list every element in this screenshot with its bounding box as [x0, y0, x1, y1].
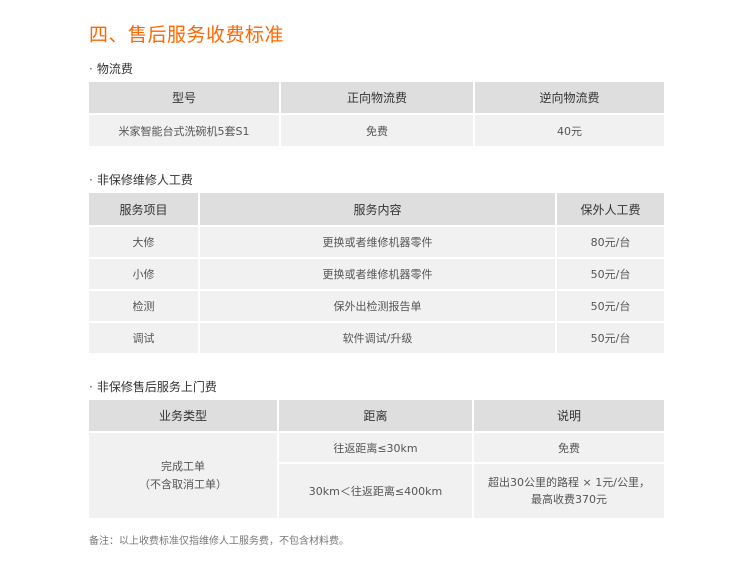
table-cell: 检测: [89, 291, 198, 321]
distance-cell: 往返距离≤30km: [279, 433, 472, 462]
table-cell: 软件调试/升级: [200, 323, 555, 353]
table-cell: 米家智能台式洗碗机5套S1: [89, 115, 279, 146]
section-label-visit: · 非保修售后服务上门费: [89, 378, 217, 395]
table-cell: 50元/台: [557, 291, 664, 321]
column-header: 服务项目: [89, 193, 198, 225]
table-cell: 小修: [89, 259, 198, 289]
column-header: 型号: [89, 82, 279, 113]
column-header: 保外人工费: [557, 193, 664, 225]
visit-fee-table: 业务类型 距离 说明 完成工单 （不含取消工单） 往返距离≤30km 免费 30…: [87, 398, 666, 520]
table-header-row: 业务类型 距离 说明: [89, 400, 664, 431]
table-cell: 50元/台: [557, 323, 664, 353]
section-label-text: 非保修维修人工费: [96, 173, 193, 187]
page-title: 四、售后服务收费标准: [89, 24, 285, 46]
bullet-icon: ·: [89, 62, 93, 76]
table-row: 小修 更换或者维修机器零件 50元/台: [89, 259, 664, 289]
table-row: 调试 软件调试/升级 50元/台: [89, 323, 664, 353]
table-row: 大修 更换或者维修机器零件 80元/台: [89, 227, 664, 257]
table-header-row: 型号 正向物流费 逆向物流费: [89, 82, 664, 113]
table-cell: 更换或者维修机器零件: [200, 227, 555, 257]
section-label-labor: · 非保修维修人工费: [89, 171, 193, 188]
table-cell: 免费: [281, 115, 473, 146]
table-row: 米家智能台式洗碗机5套S1 免费 40元: [89, 115, 664, 146]
description-cell: 超出30公里的路程 × 1元/公里， 最高收费370元: [474, 464, 664, 518]
table-header-row: 服务项目 服务内容 保外人工费: [89, 193, 664, 225]
description-line: 最高收费370元: [531, 493, 607, 506]
column-header: 逆向物流费: [475, 82, 664, 113]
labor-table: 服务项目 服务内容 保外人工费 大修 更换或者维修机器零件 80元/台 小修 更…: [87, 191, 666, 355]
column-header: 服务内容: [200, 193, 555, 225]
section-label-text: 非保修售后服务上门费: [96, 380, 217, 394]
business-type-line: 完成工单: [161, 459, 205, 473]
distance-cell: 30km＜往返距离≤400km: [279, 464, 472, 518]
column-header: 业务类型: [89, 400, 277, 431]
table-cell: 50元/台: [557, 259, 664, 289]
description-cell: 免费: [474, 433, 664, 462]
business-type-note: （不含取消工单）: [139, 477, 227, 491]
bullet-icon: ·: [89, 173, 93, 187]
table-row: 完成工单 （不含取消工单） 往返距离≤30km 免费: [89, 433, 664, 518]
column-header: 正向物流费: [281, 82, 473, 113]
column-header: 距离: [279, 400, 472, 431]
footnote: 备注：以上收费标准仅指维修人工服务费，不包含材料费。: [89, 536, 349, 547]
business-type-cell: 完成工单 （不含取消工单）: [89, 433, 277, 518]
table-cell: 大修: [89, 227, 198, 257]
table-cell: 40元: [475, 115, 664, 146]
column-header: 说明: [474, 400, 664, 431]
table-cell: 80元/台: [557, 227, 664, 257]
section-label-logistics: · 物流费: [89, 60, 133, 77]
table-row: 检测 保外出检测报告单 50元/台: [89, 291, 664, 321]
table-cell: 更换或者维修机器零件: [200, 259, 555, 289]
table-cell: 调试: [89, 323, 198, 353]
section-label-text: 物流费: [96, 62, 133, 76]
table-cell: 保外出检测报告单: [200, 291, 555, 321]
description-line: 超出30公里的路程 × 1元/公里，: [488, 476, 650, 489]
logistics-table: 型号 正向物流费 逆向物流费 米家智能台式洗碗机5套S1 免费 40元: [87, 80, 666, 148]
bullet-icon: ·: [89, 380, 93, 394]
